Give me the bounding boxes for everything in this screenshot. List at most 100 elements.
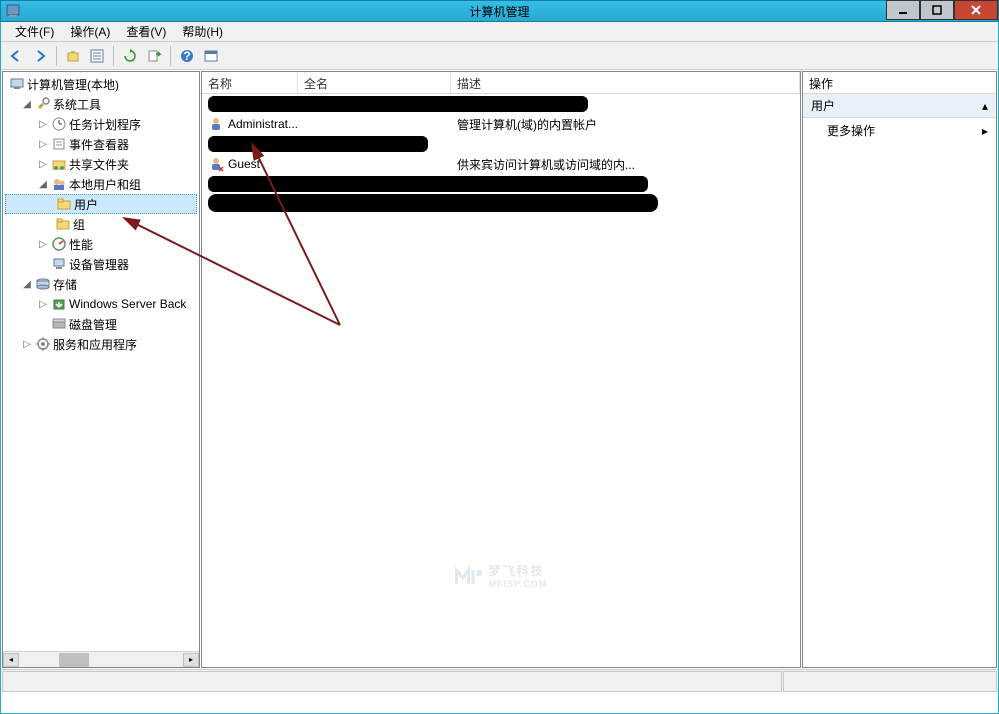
- tree-wsb[interactable]: ▷ Windows Server Back: [5, 294, 197, 314]
- collapse-icon: ▴: [982, 99, 988, 113]
- expander-closed-icon[interactable]: ▷: [37, 139, 49, 150]
- scroll-thumb[interactable]: [59, 653, 89, 667]
- column-name[interactable]: 名称: [202, 72, 298, 93]
- actions-header: 操作: [803, 72, 996, 94]
- help-button[interactable]: ?: [176, 45, 198, 67]
- up-button[interactable]: [62, 45, 84, 67]
- redacted-row: [208, 96, 588, 112]
- scroll-left-button[interactable]: ◂: [3, 653, 19, 667]
- tree-label: 性能: [69, 236, 93, 253]
- watermark-brand: 梦飞科技: [489, 564, 545, 578]
- minimize-button[interactable]: [886, 0, 920, 20]
- window-controls: [886, 0, 998, 20]
- disk-icon: [51, 316, 67, 332]
- tree-label: Windows Server Back: [69, 297, 186, 311]
- refresh-button[interactable]: [119, 45, 141, 67]
- performance-icon: [51, 236, 67, 252]
- app-icon: [5, 3, 21, 19]
- status-segment: [2, 671, 782, 692]
- export-button[interactable]: [143, 45, 165, 67]
- watermark: 梦飞科技 MFISP.COM: [455, 562, 548, 589]
- frame: 文件(F) 操作(A) 查看(V) 帮助(H) ? 计算机管理(本地) ◢ 系统…: [0, 22, 999, 714]
- cell-description: 管理计算机(域)的内置帐户: [451, 116, 800, 133]
- tree-root[interactable]: 计算机管理(本地): [5, 74, 197, 94]
- tree-label: 设备管理器: [69, 256, 129, 273]
- tree-event-viewer[interactable]: ▷ 事件查看器: [5, 134, 197, 154]
- expander-closed-icon[interactable]: ▷: [37, 239, 49, 250]
- column-description[interactable]: 描述: [451, 72, 800, 93]
- backup-icon: [51, 296, 67, 312]
- back-button[interactable]: [5, 45, 27, 67]
- toolbar: ?: [1, 42, 998, 70]
- user-icon: [208, 116, 224, 132]
- expander-open-icon[interactable]: ◢: [21, 279, 33, 290]
- menu-action[interactable]: 操作(A): [62, 21, 118, 42]
- tree-label: 事件查看器: [69, 136, 129, 153]
- tree-label: 计算机管理(本地): [27, 76, 119, 93]
- expander-closed-icon[interactable]: ▷: [21, 339, 33, 350]
- tree-performance[interactable]: ▷ 性能: [5, 234, 197, 254]
- user-disabled-icon: [208, 156, 224, 172]
- list-row[interactable]: Guest 供来宾访问计算机或访问域的内...: [202, 154, 800, 174]
- actions-more-label: 更多操作: [827, 122, 875, 139]
- storage-icon: [35, 276, 51, 292]
- menu-help[interactable]: 帮助(H): [174, 21, 231, 42]
- actions-more[interactable]: 更多操作 ▸: [803, 118, 996, 143]
- tree-device-manager[interactable]: ▷ 设备管理器: [5, 254, 197, 274]
- expander-open-icon[interactable]: ◢: [21, 99, 33, 110]
- status-segment: [783, 671, 997, 692]
- show-hide-button[interactable]: [200, 45, 222, 67]
- tree-users[interactable]: 用户: [5, 194, 197, 214]
- tree-content: 计算机管理(本地) ◢ 系统工具 ▷ 任务计划程序 ▷ 事件查看器 ▷ 共享文件…: [3, 72, 199, 651]
- titlebar: 计算机管理: [0, 0, 999, 22]
- tree-groups[interactable]: 组: [5, 214, 197, 234]
- actions-section-users[interactable]: 用户 ▴: [803, 94, 996, 118]
- expander-open-icon[interactable]: ◢: [37, 179, 49, 190]
- event-icon: [51, 136, 67, 152]
- tree-disk-mgmt[interactable]: ▷ 磁盘管理: [5, 314, 197, 334]
- computer-icon: [9, 76, 25, 92]
- actions-pane: 操作 用户 ▴ 更多操作 ▸: [802, 71, 997, 668]
- statusbar: [1, 669, 998, 691]
- properties-button[interactable]: [86, 45, 108, 67]
- tree-local-users-groups[interactable]: ◢ 本地用户和组: [5, 174, 197, 194]
- expander-closed-icon[interactable]: ▷: [37, 299, 49, 310]
- list-pane: 名称 全名 描述 Administrat... 管理计算机(域)的内置帐户 Gu…: [201, 71, 801, 668]
- tree-pane: 计算机管理(本地) ◢ 系统工具 ▷ 任务计划程序 ▷ 事件查看器 ▷ 共享文件…: [2, 71, 200, 668]
- maximize-button[interactable]: [920, 0, 954, 20]
- menu-file[interactable]: 文件(F): [7, 21, 62, 42]
- expander-closed-icon[interactable]: ▷: [37, 159, 49, 170]
- shared-folder-icon: [51, 156, 67, 172]
- forward-button[interactable]: [29, 45, 51, 67]
- svg-text:?: ?: [183, 49, 190, 63]
- toolbar-separator: [113, 46, 114, 66]
- list-header: 名称 全名 描述: [202, 72, 800, 94]
- horizontal-scrollbar[interactable]: ◂ ▸: [3, 651, 199, 667]
- cell-description: 供来宾访问计算机或访问域的内...: [451, 156, 800, 173]
- expander-closed-icon[interactable]: ▷: [37, 119, 49, 130]
- tree-system-tools[interactable]: ◢ 系统工具: [5, 94, 197, 114]
- column-fullname[interactable]: 全名: [298, 72, 451, 93]
- tree-services-apps[interactable]: ▷ 服务和应用程序: [5, 334, 197, 354]
- window-title: 计算机管理: [469, 3, 529, 20]
- tree-storage[interactable]: ◢ 存储: [5, 274, 197, 294]
- tree-label: 组: [73, 216, 85, 233]
- tree-shared-folders[interactable]: ▷ 共享文件夹: [5, 154, 197, 174]
- tree-label: 存储: [53, 276, 77, 293]
- submenu-arrow-icon: ▸: [982, 124, 988, 138]
- main-area: 计算机管理(本地) ◢ 系统工具 ▷ 任务计划程序 ▷ 事件查看器 ▷ 共享文件…: [1, 70, 998, 669]
- tree-task-scheduler[interactable]: ▷ 任务计划程序: [5, 114, 197, 134]
- redacted-row: [208, 136, 428, 152]
- tree-label: 本地用户和组: [69, 176, 141, 193]
- tree-label: 磁盘管理: [69, 316, 117, 333]
- tree-label: 用户: [74, 196, 98, 213]
- services-icon: [35, 336, 51, 352]
- toolbar-separator: [170, 46, 171, 66]
- scroll-right-button[interactable]: ▸: [183, 653, 199, 667]
- watermark-logo-icon: [455, 564, 483, 588]
- tree-label: 服务和应用程序: [53, 336, 137, 353]
- toolbar-separator: [56, 46, 57, 66]
- menu-view[interactable]: 查看(V): [118, 21, 174, 42]
- list-row[interactable]: Administrat... 管理计算机(域)的内置帐户: [202, 114, 800, 134]
- close-button[interactable]: [954, 0, 998, 20]
